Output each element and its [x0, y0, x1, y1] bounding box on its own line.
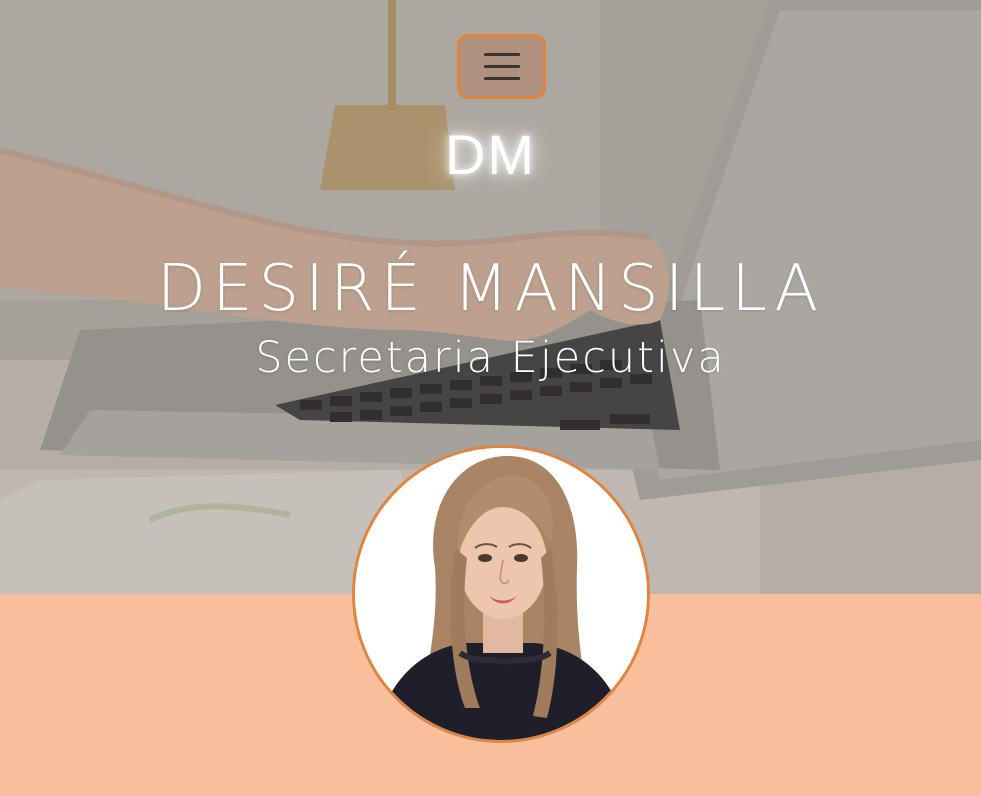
hamburger-menu-icon-bar	[483, 65, 520, 68]
hamburger-menu-icon	[483, 53, 520, 56]
page: DM DESIRÉ MANSILLA Secretaria Ejecutiva	[0, 0, 981, 796]
menu-toggle-button[interactable]	[457, 34, 546, 99]
logo-monogram[interactable]: DM	[0, 122, 981, 187]
hero-name: DESIRÉ MANSILLA	[156, 252, 825, 326]
profile-avatar	[352, 445, 650, 743]
profile-photo	[355, 448, 647, 740]
hamburger-menu-icon-bar	[483, 77, 520, 80]
hero-role: Secretaria Ejecutiva	[255, 333, 726, 383]
